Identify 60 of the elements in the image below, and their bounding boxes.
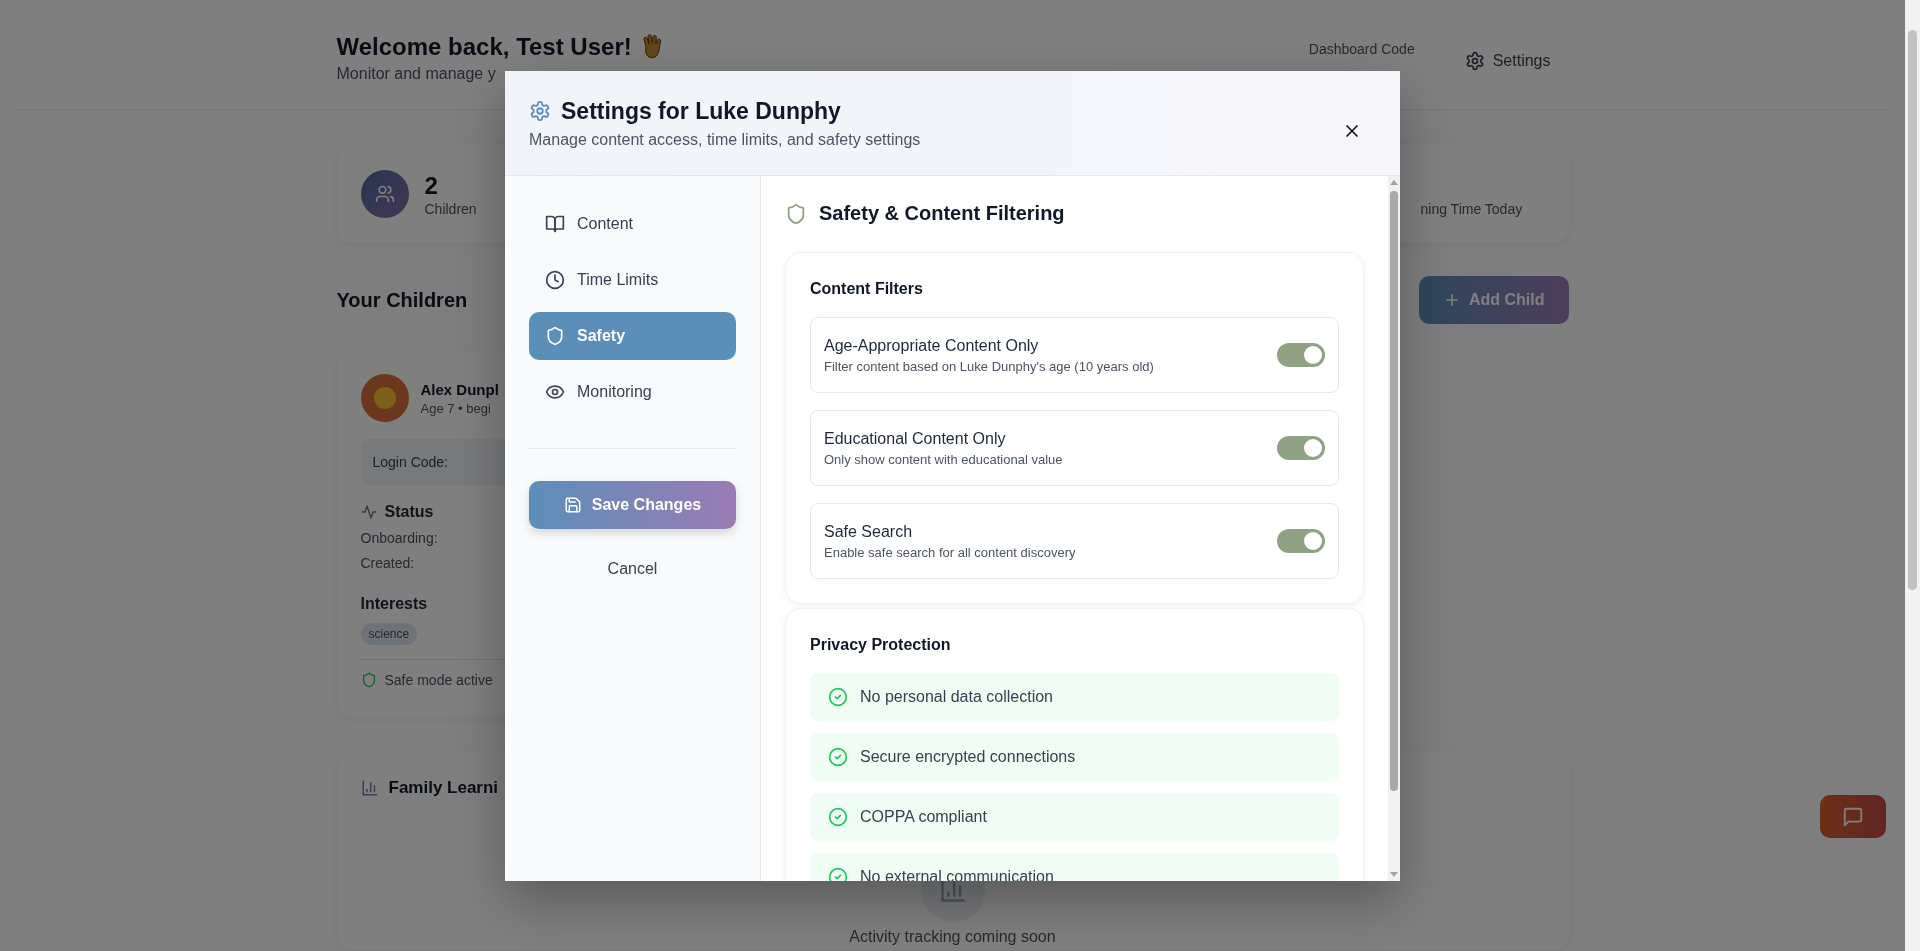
section-heading: Safety & Content Filtering [819, 202, 1065, 225]
check-circle-icon [828, 686, 848, 707]
chat-icon [1842, 805, 1864, 828]
stat-label: Children [424, 200, 477, 217]
filter-description: Filter content based on Luke Dunphy's age (10 years old) [824, 357, 1154, 376]
toggle-switch[interactable] [1277, 435, 1325, 460]
interest-tag: science [360, 623, 418, 645]
privacy-text: Secure encrypted connections [860, 746, 1076, 767]
chat-button[interactable] [1820, 795, 1886, 838]
scrollbar[interactable] [1905, 0, 1920, 951]
privacy-text: COPPA compliant [860, 806, 987, 827]
shield-icon [785, 202, 807, 225]
child-name: Alex Dunpl [420, 380, 499, 398]
nav-tab[interactable]: Monitoring [529, 367, 736, 416]
settings-icon [529, 99, 551, 122]
cancel-button[interactable]: Cancel [529, 544, 736, 593]
shield-icon [545, 325, 565, 346]
nav-tab[interactable]: Time Limits [529, 255, 736, 304]
settings-icon [1464, 51, 1485, 71]
users-icon [374, 183, 395, 204]
interests-title: Interests [360, 595, 428, 613]
filter-description: Enable safe search for all content discovery [824, 543, 1076, 562]
dashboard-code-label: Dashboard Code [1308, 41, 1415, 57]
activity-title: Family Learni [388, 778, 499, 798]
filter-description: Only show content with educational value [824, 450, 1063, 469]
stat-label: ning Time Today [1420, 200, 1523, 217]
stat-value: 2 [424, 170, 439, 201]
check-circle-icon [828, 746, 848, 767]
dialog-title: Settings for Luke Dunphy [561, 96, 841, 126]
login-code-label: Login Code: [372, 454, 448, 470]
clock-icon [545, 269, 565, 290]
welcome-title: Welcome back, Test User! [336, 32, 632, 62]
save-icon [563, 495, 582, 514]
dialog-subtitle: Manage content access, time limits, and safety settings [529, 130, 921, 149]
filter-title: Safe Search [824, 521, 914, 542]
filter-title: Educational Content Only [824, 428, 1007, 449]
empty-state-text: Activity tracking coming soon [849, 928, 1056, 946]
status-label: Created: [360, 555, 415, 571]
welcome-subtitle: Monitor and manage y [336, 65, 497, 83]
status-label: Onboarding: [360, 530, 438, 546]
shield-icon [360, 672, 377, 688]
bar-chart-icon [360, 779, 379, 797]
safe-mode-label: Safe mode active [384, 672, 493, 688]
save-button[interactable]: Save Changes [529, 480, 736, 529]
filter-title: Age-Appropriate Content Only [824, 335, 1040, 356]
book-icon [545, 213, 565, 234]
privacy-text: No personal data collection [860, 686, 1053, 707]
section-title: Your Children [336, 288, 468, 312]
nav-tab[interactable]: Content [529, 199, 736, 248]
scrollbar[interactable] [1388, 175, 1400, 881]
avatar [360, 374, 409, 422]
child-meta: Age 7 • begi [420, 400, 492, 416]
toggle-switch[interactable] [1277, 528, 1325, 553]
check-circle-icon [828, 806, 848, 827]
activity-icon [360, 504, 377, 520]
toggle-switch[interactable] [1277, 342, 1325, 367]
panel-title: Privacy Protection [810, 634, 952, 655]
panel-title: Content Filters [810, 278, 924, 299]
settings-button[interactable]: Settings [1446, 41, 1569, 81]
status-title: Status [384, 503, 434, 521]
